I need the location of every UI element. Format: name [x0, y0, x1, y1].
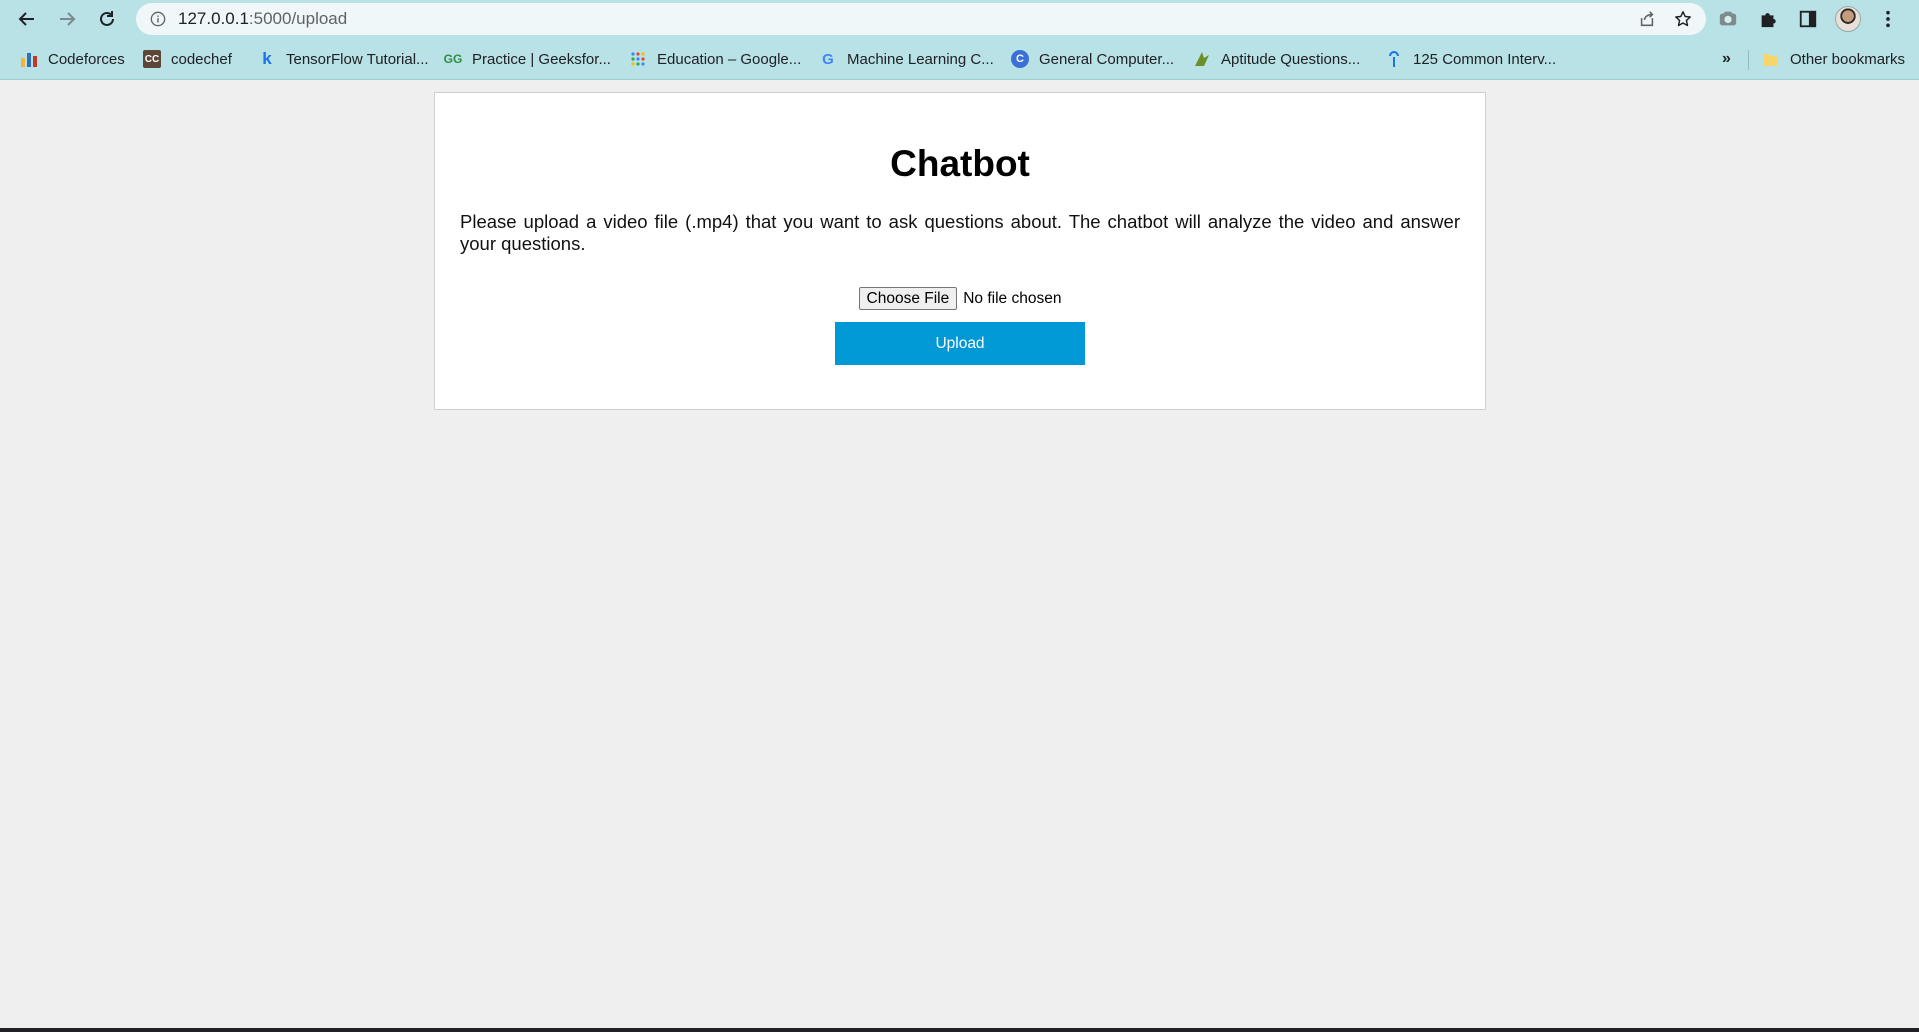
bookmark-label: TensorFlow Tutorial...: [286, 50, 429, 68]
tensorflow-icon: k: [262, 49, 272, 68]
file-status-text: No file chosen: [963, 289, 1062, 307]
bookmark-label: Education – Google...: [657, 50, 802, 68]
reload-button[interactable]: [92, 4, 122, 34]
codechef-icon: CC: [143, 50, 161, 68]
bottom-edge: [0, 1028, 1919, 1032]
bookmark-codechef[interactable]: CC codechef: [143, 46, 232, 72]
upload-description: Please upload a video file (.mp4) that y…: [460, 211, 1460, 254]
bookmark-label: Aptitude Questions...: [1221, 50, 1361, 68]
bookmarks-divider: [1748, 50, 1749, 70]
forward-arrow-icon: [60, 12, 76, 26]
browser-toolbar: 127.0.0.1:5000/upload: [0, 0, 1919, 38]
back-button[interactable]: [12, 4, 42, 34]
google-education-icon: [629, 50, 647, 68]
upload-button[interactable]: Upload: [835, 322, 1085, 365]
forward-button[interactable]: [52, 4, 82, 34]
other-bookmarks-label: Other bookmarks: [1790, 50, 1906, 68]
bookmark-label: Codeforces: [48, 50, 125, 68]
back-arrow-icon: [18, 12, 34, 26]
bookmark-interview[interactable]: 125 Common Interv...: [1385, 46, 1556, 72]
bookmark-star-icon[interactable]: [1670, 7, 1696, 31]
codeforces-icon: [20, 50, 38, 68]
bookmark-education-google[interactable]: Education – Google...: [629, 46, 801, 72]
reload-icon: [100, 11, 114, 26]
url-text: 127.0.0.1:5000/upload: [178, 9, 347, 29]
google-icon: G: [822, 50, 834, 68]
bookmark-label: codechef: [171, 50, 232, 68]
bookmark-general-computer[interactable]: C General Computer...: [1011, 46, 1174, 72]
url-path: :5000/upload: [248, 9, 348, 28]
bookmark-aptitude[interactable]: Aptitude Questions...: [1193, 46, 1360, 72]
profile-avatar[interactable]: [1832, 4, 1864, 34]
bookmarks-bar: Codeforces CC codechef k TensorFlow Tuto…: [0, 38, 1919, 80]
screenshot-extension-icon[interactable]: [1712, 4, 1744, 34]
aptitude-icon: [1193, 50, 1211, 68]
folder-icon: [1762, 50, 1780, 68]
geeksforgeeks-icon: GG: [443, 52, 463, 66]
avatar: [1835, 6, 1861, 32]
bookmark-machine-learning[interactable]: G Machine Learning C...: [819, 46, 994, 72]
upload-card: Chatbot Please upload a video file (.mp4…: [434, 92, 1486, 410]
bookmark-label: 125 Common Interv...: [1413, 50, 1557, 68]
url-host: 127.0.0.1: [178, 9, 249, 28]
bookmark-label: Practice | Geeksfor...: [472, 50, 611, 68]
other-bookmarks-folder[interactable]: Other bookmarks: [1762, 46, 1905, 72]
file-input[interactable]: Choose File No file chosen: [460, 287, 1460, 310]
bookmark-label: Machine Learning C...: [847, 50, 994, 68]
interview-icon: [1385, 50, 1403, 68]
choose-file-button[interactable]: Choose File: [858, 287, 958, 310]
site-info-icon[interactable]: [148, 9, 168, 29]
bookmark-label: General Computer...: [1039, 50, 1175, 68]
share-icon[interactable]: [1634, 7, 1660, 31]
c-icon: C: [1011, 50, 1029, 68]
extensions-puzzle-icon[interactable]: [1752, 4, 1784, 34]
side-panel-icon[interactable]: [1792, 4, 1824, 34]
menu-kebab-icon[interactable]: [1872, 4, 1904, 34]
bookmark-geeksforgeeks[interactable]: GG Practice | Geeksfor...: [444, 46, 611, 72]
page-title: Chatbot: [890, 143, 1030, 184]
address-bar[interactable]: 127.0.0.1:5000/upload: [136, 3, 1706, 35]
bookmark-tensorflow[interactable]: k TensorFlow Tutorial...: [258, 46, 429, 72]
more-bookmarks-button[interactable]: »: [1722, 46, 1731, 72]
bookmark-codeforces[interactable]: Codeforces: [20, 46, 125, 72]
